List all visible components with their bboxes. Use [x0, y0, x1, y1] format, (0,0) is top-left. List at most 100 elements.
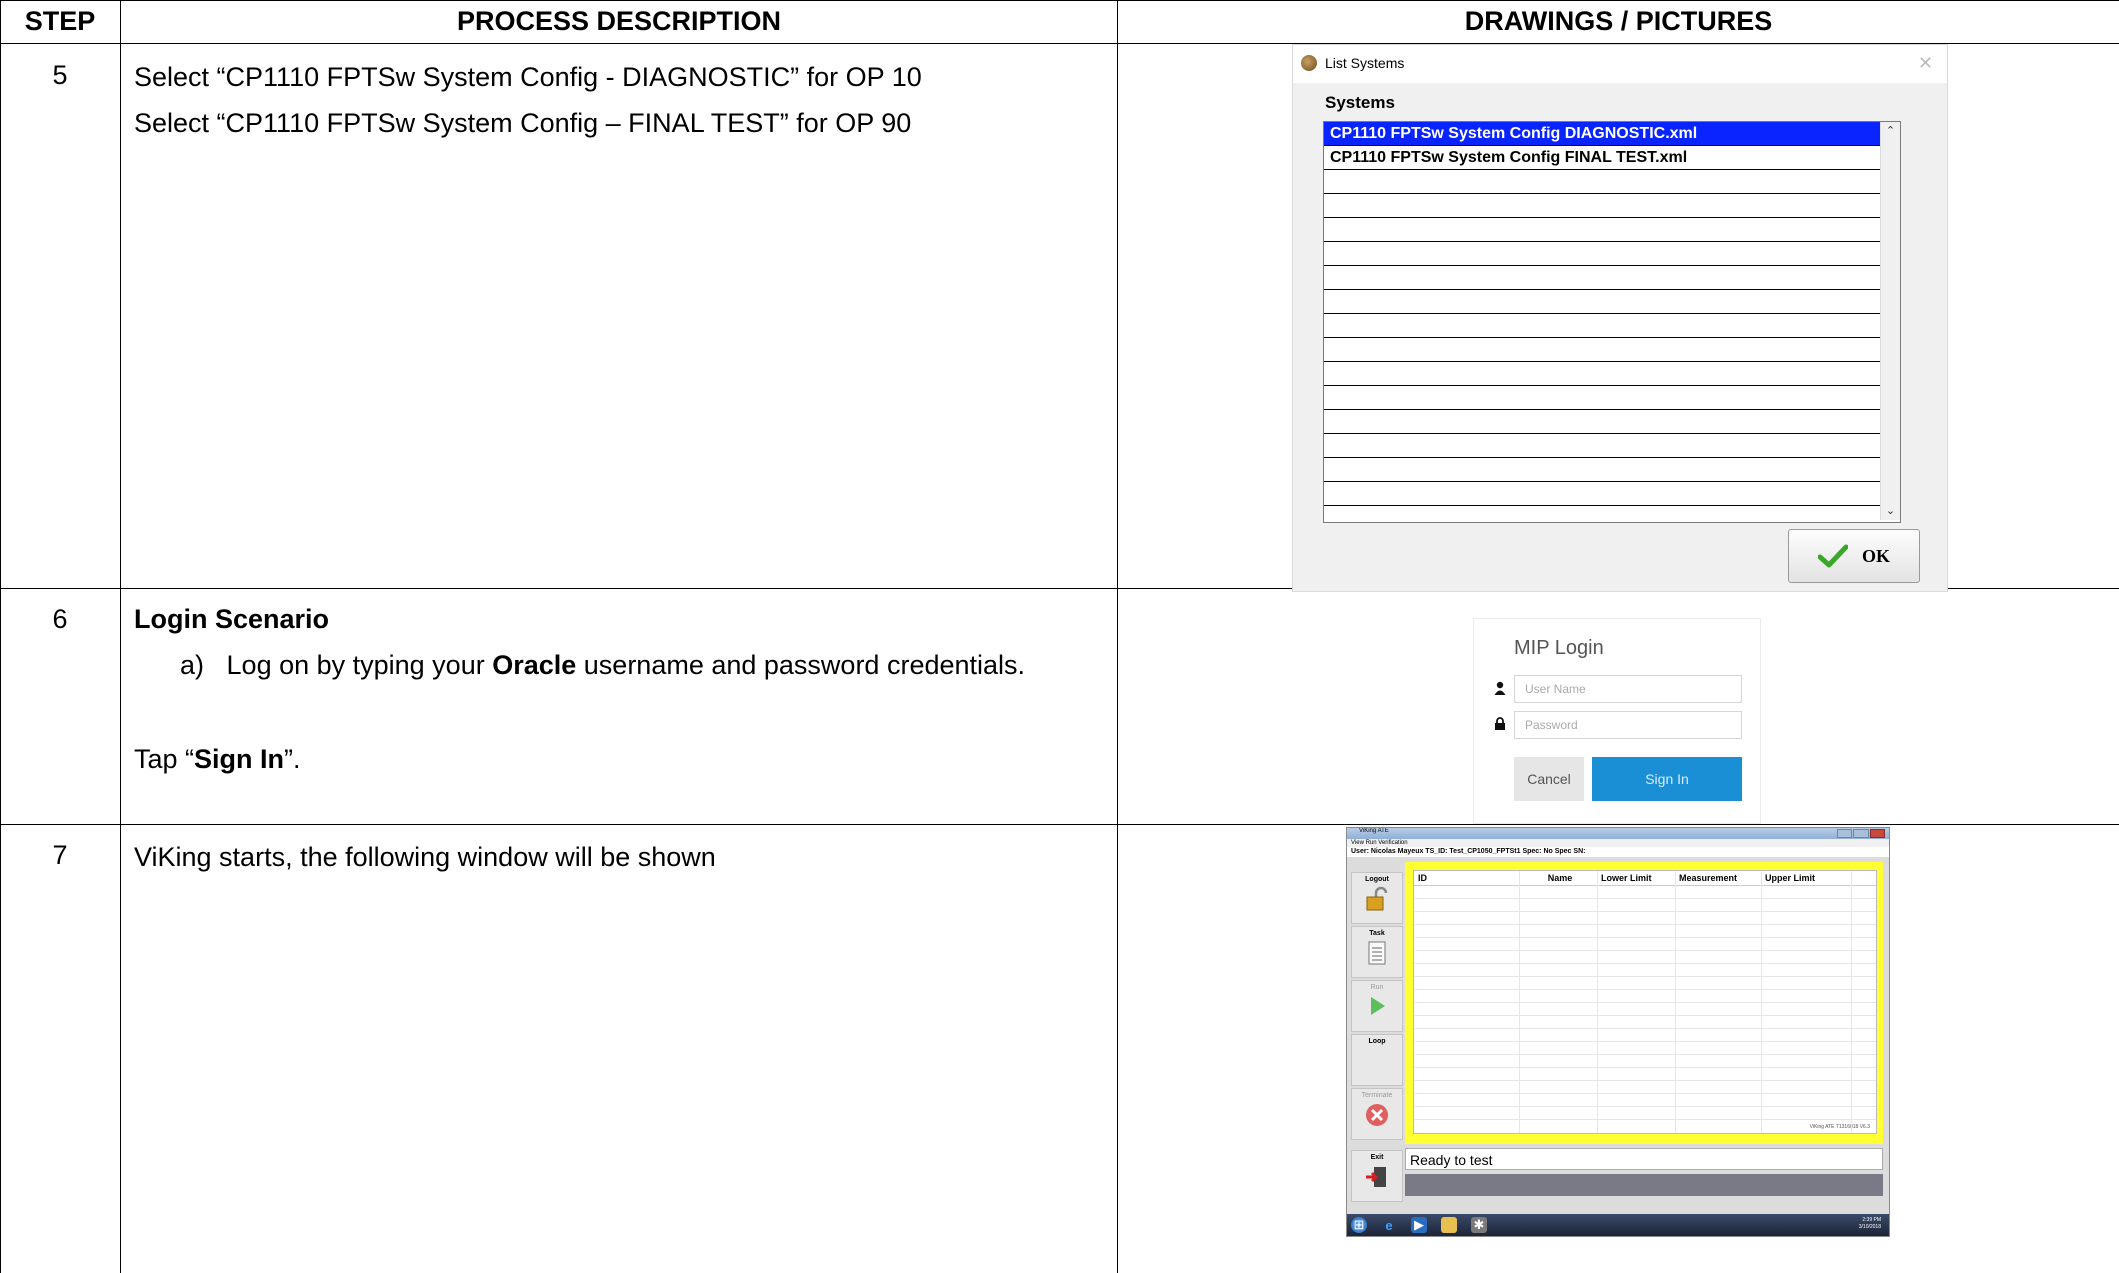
systems-list-item[interactable] [1324, 386, 1880, 410]
lock-icon [1494, 717, 1506, 731]
grid-col-line [1851, 871, 1852, 1133]
col-id: ID [1418, 873, 1427, 883]
task-button[interactable]: Task [1351, 926, 1403, 978]
results-grid[interactable]: ID Name Lower Limit Measurement Upper Li… [1413, 870, 1877, 1134]
grid-col-line [1675, 871, 1676, 1133]
step-number-5: 5 [52, 60, 68, 90]
col-lower-limit: Lower Limit [1601, 873, 1652, 883]
ok-button[interactable]: OK [1788, 529, 1920, 583]
terminate-label: Terminate [1361, 1092, 1393, 1099]
step-number-7: 7 [52, 840, 68, 870]
sign-in-button[interactable]: Sign In [1592, 757, 1742, 801]
grid-row-line [1414, 1015, 1876, 1016]
chevron-up-icon[interactable]: ⌃ [1881, 122, 1900, 140]
app-icon [1301, 55, 1317, 71]
close-icon[interactable]: ✕ [1918, 53, 1933, 74]
play-icon [1371, 997, 1385, 1015]
terminate-button[interactable]: Terminate [1351, 1088, 1403, 1140]
grid-row-line [1414, 1054, 1876, 1055]
run-button[interactable]: Run [1351, 980, 1403, 1032]
systems-listbox[interactable]: CP1110 FPTSw System Config DIAGNOSTIC.xm… [1323, 121, 1901, 523]
stop-icon [1366, 1104, 1388, 1126]
viking-window: ViKing ATE View Run Verification User: N… [1346, 827, 1890, 1237]
list-systems-dialog: List Systems ✕ Systems CP1110 FPTSw Syst… [1292, 44, 1948, 592]
grid-row-line [1414, 976, 1876, 977]
maximize-icon[interactable] [1853, 829, 1869, 838]
systems-list-item[interactable] [1324, 242, 1880, 266]
header-drawings-pictures: DRAWINGS / PICTURES [1464, 6, 1773, 36]
cancel-button[interactable]: Cancel [1514, 757, 1584, 801]
item-prefix: a) [180, 650, 205, 680]
systems-list-item[interactable] [1324, 290, 1880, 314]
systems-list: CP1110 FPTSw System Config DIAGNOSTIC.xm… [1324, 122, 1880, 520]
col-step-divider [120, 0, 121, 1273]
clipboard-icon [1368, 941, 1386, 965]
systems-scrollbar[interactable]: ⌃ ⌄ [1880, 122, 1900, 520]
ie-icon[interactable]: e [1381, 1217, 1397, 1233]
systems-list-item[interactable] [1324, 218, 1880, 242]
tap-bold: Sign In [194, 744, 285, 774]
systems-list-item[interactable] [1324, 410, 1880, 434]
tap-before: Tap “ [134, 744, 195, 774]
close-icon[interactable] [1869, 829, 1885, 838]
systems-list-item[interactable]: CP1110 FPTSw System Config FINAL TEST.xm… [1324, 146, 1880, 170]
password-field[interactable]: Password [1514, 711, 1742, 739]
mip-login-panel: MIP Login User Name Password Cancel Sign… [1473, 618, 1761, 824]
logout-button[interactable]: Logout [1351, 872, 1403, 924]
grid-row-line [1414, 937, 1876, 938]
row6-bottom-border [0, 824, 2119, 825]
grid-row-line [1414, 1093, 1876, 1094]
systems-list-item[interactable] [1324, 338, 1880, 362]
table-left-border [0, 0, 1, 1273]
header-step: STEP [24, 6, 96, 36]
systems-list-item[interactable] [1324, 482, 1880, 506]
unlock-icon [1366, 886, 1388, 911]
chevron-down-icon[interactable]: ⌄ [1881, 502, 1900, 520]
systems-list-item[interactable] [1324, 434, 1880, 458]
media-icon[interactable]: ▶ [1411, 1217, 1427, 1233]
viking-title: ViKing ATE [1359, 828, 1389, 834]
exit-button[interactable]: Exit [1351, 1150, 1403, 1202]
systems-list-item[interactable] [1324, 314, 1880, 338]
systems-list-item[interactable]: CP1110 FPTSw System Config DIAGNOSTIC.xm… [1324, 122, 1880, 146]
grid-col-line [1597, 871, 1598, 1133]
window-controls [1837, 829, 1885, 838]
col-name: Name [1547, 873, 1573, 883]
systems-list-item[interactable] [1324, 266, 1880, 290]
loop-button[interactable]: Loop [1351, 1034, 1403, 1086]
minimize-icon[interactable] [1837, 829, 1853, 838]
clock-date: 3/10/2018 [1858, 1224, 1881, 1230]
viking-title-bar: ViKing ATE [1347, 828, 1889, 839]
folder-icon[interactable] [1441, 1217, 1457, 1233]
col-upper-limit: Upper Limit [1765, 873, 1816, 883]
grid-row-line [1414, 1067, 1876, 1068]
grid-row-line [1414, 1002, 1876, 1003]
grid-row-line [1414, 989, 1876, 990]
user-icon [1494, 681, 1506, 695]
exit-label: Exit [1370, 1154, 1384, 1161]
item-bold-oracle: Oracle [492, 650, 577, 680]
viking-menu-bar[interactable]: View Run Verification [1347, 839, 1889, 847]
grid-row-line [1414, 1106, 1876, 1107]
viking-user-line: User: Nicolas Mayeux TS_ID: Test_CP1050_… [1347, 847, 1889, 857]
systems-label: Systems [1325, 93, 1395, 112]
row7-line-1: ViKing starts, the following window will… [134, 842, 716, 872]
viking-taskbar-icon[interactable]: ✱ [1471, 1217, 1487, 1233]
systems-list-item[interactable] [1324, 170, 1880, 194]
status-bar: Ready to test [1405, 1148, 1883, 1170]
start-icon[interactable]: ⊞ [1351, 1217, 1367, 1233]
col-measurement: Measurement [1679, 873, 1738, 883]
systems-list-item[interactable] [1324, 362, 1880, 386]
results-header: ID Name Lower Limit Measurement Upper Li… [1414, 871, 1876, 886]
grid-col-line [1519, 871, 1520, 1133]
systems-list-item[interactable] [1324, 458, 1880, 482]
run-label: Run [1370, 984, 1384, 991]
step-number-6: 6 [52, 604, 68, 634]
col-process-divider [1117, 0, 1118, 1273]
row6-title: Login Scenario [134, 604, 330, 634]
systems-list-item[interactable] [1324, 194, 1880, 218]
grid-row-line [1414, 950, 1876, 951]
grid-row-line [1414, 1028, 1876, 1029]
username-field[interactable]: User Name [1514, 675, 1742, 703]
row6-item-a: a) Log on by typing your Oracle username… [180, 650, 1025, 681]
